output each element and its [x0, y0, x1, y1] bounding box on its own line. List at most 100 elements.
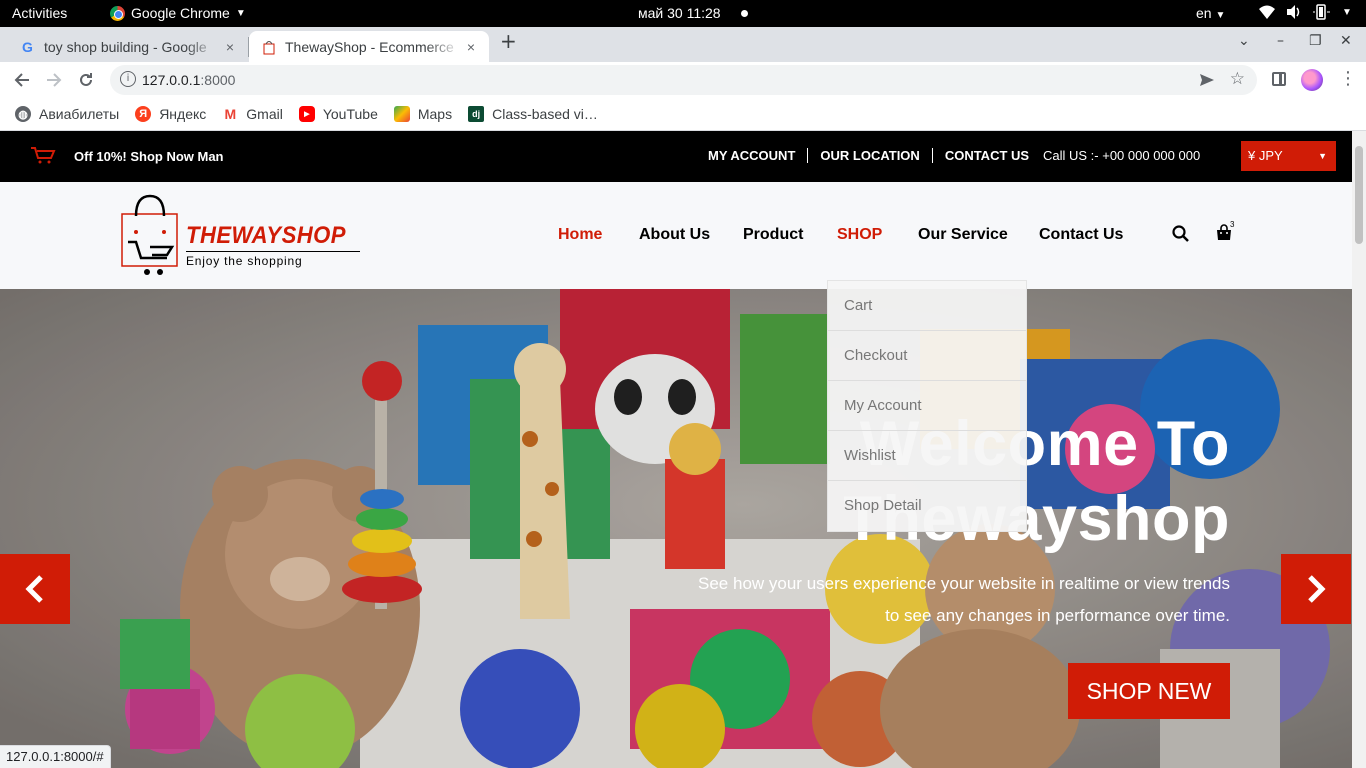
web-page: Off 10%! Shop Now Man MY ACCOUNT OUR LOC… — [0, 131, 1352, 768]
chrome-icon — [110, 5, 125, 21]
reload-icon[interactable] — [78, 72, 94, 88]
url-host: 127.0.0.1 — [142, 72, 201, 88]
our-location-link[interactable]: OUR LOCATION — [808, 148, 933, 163]
battery-icon — [1313, 4, 1330, 20]
shop-new-button[interactable]: SHOP NEW — [1068, 663, 1230, 719]
tab-title: ThewayShop - Ecommerce — [285, 38, 454, 55]
forward-icon[interactable] — [46, 72, 62, 88]
bookmark-label: Maps — [417, 106, 453, 122]
nav-contact-us[interactable]: Contact Us — [1039, 226, 1123, 244]
volume-icon — [1287, 5, 1300, 19]
tab-google-search[interactable]: G toy shop building - Google × — [8, 31, 248, 62]
slider-next-button[interactable] — [1281, 554, 1351, 624]
call-us-text: Call US :- +00 000 000 000 — [1043, 148, 1201, 163]
google-icon: G — [20, 39, 36, 55]
top-links: MY ACCOUNT OUR LOCATION CONTACT US — [708, 148, 1041, 163]
yandex-icon: Я — [135, 106, 152, 122]
globe-icon: ◍ — [15, 106, 31, 122]
dropdown-item-shop-detail[interactable]: Shop Detail — [828, 481, 1026, 531]
bookmark-star-icon[interactable]: ☆ — [1230, 69, 1245, 89]
bookmark-gmail[interactable]: M Gmail — [222, 106, 283, 122]
address-bar[interactable]: i 127.0.0.1:8000 ☆ — [110, 65, 1257, 95]
site-header: THEWAYSHOP Enjoy the shopping Home About… — [0, 182, 1352, 289]
bookmark-yandex[interactable]: Я Яндекс — [135, 106, 206, 122]
scrollbar-thumb[interactable] — [1355, 146, 1363, 244]
bookmark-label: Авиабилеты — [39, 106, 120, 122]
search-icon[interactable] — [1172, 225, 1189, 242]
bookmark-label: Class-based vi… — [492, 106, 598, 122]
language-label: en — [1196, 5, 1212, 21]
app-menu-label: Google Chrome — [131, 5, 230, 21]
menu-kebab-icon[interactable]: ⋮ — [1339, 68, 1357, 89]
url-text[interactable]: 127.0.0.1:8000 — [142, 72, 235, 88]
app-menu[interactable]: Google Chrome ▼ — [110, 5, 246, 21]
tab-strip: G toy shop building - Google × ThewaySho… — [0, 27, 1366, 62]
dropdown-item-checkout[interactable]: Checkout — [828, 331, 1026, 381]
dropdown-item-my-account[interactable]: My Account — [828, 381, 1026, 431]
back-icon[interactable] — [14, 72, 30, 88]
slider-prev-button[interactable] — [0, 554, 70, 624]
tab-title: toy shop building - Google — [44, 38, 207, 55]
caret-down-icon: ▼ — [235, 7, 246, 19]
svg-text:G: G — [22, 39, 33, 55]
logo-bag-icon[interactable] — [120, 194, 184, 278]
cart-icon — [31, 147, 56, 164]
nav-about-us[interactable]: About Us — [639, 226, 710, 244]
caret-down-icon: ▼ — [1215, 10, 1226, 21]
bookmark-label: Gmail — [246, 106, 283, 122]
url-port: :8000 — [200, 72, 236, 88]
nav-our-service[interactable]: Our Service — [918, 226, 1008, 244]
minimize-icon[interactable]: – — [1277, 33, 1284, 49]
dropdown-item-wishlist[interactable]: Wishlist — [828, 431, 1026, 481]
close-window-icon[interactable]: ✕ — [1340, 33, 1352, 49]
tab-thewayshop[interactable]: ThewayShop - Ecommerce × — [249, 31, 489, 62]
bookmark-aviabilety[interactable]: ◍ Авиабилеты — [15, 106, 119, 122]
bookmark-youtube[interactable]: ▶ YouTube — [298, 106, 378, 122]
caret-down-icon: ▼ — [1342, 7, 1352, 18]
page-scrollbar[interactable] — [1352, 131, 1366, 768]
system-tray[interactable]: ▼ — [1258, 4, 1352, 20]
logo-text[interactable]: THEWAYSHOP Enjoy the shopping — [186, 222, 360, 268]
django-icon: dj — [468, 106, 485, 122]
restore-icon[interactable]: ❐ — [1309, 33, 1322, 49]
gmail-icon: M — [222, 106, 239, 122]
wifi-icon — [1259, 5, 1275, 19]
side-panel-icon[interactable] — [1272, 72, 1286, 86]
contact-us-link[interactable]: CONTACT US — [933, 148, 1041, 163]
close-tab-icon[interactable]: × — [220, 39, 240, 55]
language-indicator[interactable]: en ▼ — [1196, 5, 1225, 21]
site-info-icon[interactable]: i — [120, 71, 136, 87]
site-top-bar: Off 10%! Shop Now Man MY ACCOUNT OUR LOC… — [0, 131, 1352, 182]
nav-shop[interactable]: SHOP — [837, 226, 882, 244]
promo-text: Off 10%! Shop Now Man — [74, 149, 224, 164]
chevron-left-icon — [25, 575, 43, 603]
close-tab-icon[interactable]: × — [461, 39, 481, 55]
my-account-link[interactable]: MY ACCOUNT — [708, 148, 809, 163]
browser-toolbar: i 127.0.0.1:8000 ☆ ⋮ — [0, 62, 1366, 98]
hero-slider: Welcome To Thewayshop See how your users … — [0, 289, 1352, 768]
youtube-icon: ▶ — [298, 106, 315, 122]
hero-text: See how your users experience your websi… — [698, 574, 1230, 625]
new-tab-button[interactable]: + — [500, 29, 517, 53]
currency-value: ¥ JPY — [1248, 148, 1283, 163]
bookmark-label: YouTube — [322, 106, 378, 122]
nav-home[interactable]: Home — [558, 226, 602, 244]
currency-select[interactable]: ¥ JPY ▼ — [1241, 141, 1336, 171]
clock[interactable]: май 30 11:28 — [638, 5, 721, 21]
cart-count-badge: 3 — [1230, 220, 1235, 229]
site-favicon-icon — [261, 39, 277, 55]
nav-product[interactable]: Product — [743, 226, 803, 244]
chevron-right-icon — [1308, 575, 1326, 603]
bookmark-maps[interactable]: Maps — [393, 106, 453, 122]
dropdown-item-cart[interactable]: Cart — [828, 281, 1026, 331]
profile-avatar[interactable] — [1301, 69, 1323, 91]
logo-tagline: Enjoy the shopping — [186, 251, 360, 268]
bookmark-django[interactable]: dj Class-based vi… — [468, 106, 598, 122]
notification-dot-icon — [741, 10, 748, 17]
bookmarks-bar: ◍ Авиабилеты Я Яндекс M Gmail ▶ YouTube Maps… — [0, 98, 1366, 130]
chevron-down-icon: ▼ — [1318, 151, 1327, 161]
bookmark-label: Яндекс — [159, 106, 207, 122]
tab-search-icon[interactable]: ⌄ — [1238, 33, 1250, 49]
activities-button[interactable]: Activities — [12, 5, 67, 21]
send-to-device-icon[interactable] — [1199, 72, 1215, 88]
